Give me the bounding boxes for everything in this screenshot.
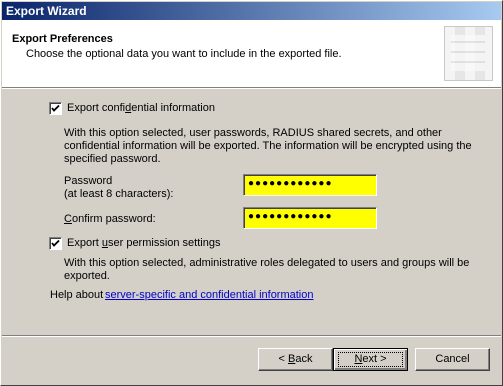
label-part: Export confi [67,102,126,114]
export-permissions-label[interactable]: Export user permission settings [67,237,220,249]
page-title: Export Preferences [12,33,113,45]
footer-divider [2,335,501,337]
password-label-line2: (at least 8 characters): [64,188,174,200]
export-confidential-label[interactable]: Export confidential information [67,102,215,114]
button-text: < [278,353,288,365]
password-label: Password (at least 8 characters): [64,175,173,201]
help-link[interactable]: server-specific and confidential informa… [105,289,314,301]
label-part: ser permission settings [107,237,221,249]
page-subtitle: Choose the optional data you want to inc… [26,48,342,60]
label-part: ential information [131,102,215,114]
focus-rect [338,352,403,367]
confidential-description: With this option selected, user password… [64,127,472,165]
wizard-header: Export Preferences Choose the optional d… [2,20,501,87]
export-wizard-window: Export Wizard Export Preferences Choose … [0,0,503,386]
label-part: onfirm password: [71,213,156,225]
password-input[interactable]: ●●●●●●●●●●●● [243,174,377,196]
confirm-password-input[interactable]: ●●●●●●●●●●●● [243,207,377,229]
button-text: ack [295,353,313,365]
window-title: Export Wizard [6,4,87,18]
header-divider [2,87,501,89]
export-permissions-checkbox[interactable] [49,237,62,250]
checkmark-icon [51,239,60,247]
export-confidential-checkbox[interactable] [49,102,62,115]
back-button[interactable]: < Back [258,348,333,371]
label-part: Export [67,237,102,249]
cancel-button[interactable]: Cancel [415,348,490,371]
wizard-header-image [444,26,493,81]
help-text: Help about [50,289,103,301]
next-button[interactable]: Next > [333,348,408,371]
label-mnemonic: C [64,213,72,225]
help-prefix: Help about [50,289,104,301]
permissions-description: With this option selected, administrativ… [64,257,470,282]
confirm-password-label: Confirm password: [64,213,156,225]
checkmark-icon [51,104,60,112]
title-bar: Export Wizard [2,2,501,20]
password-label-line1: Password [64,175,113,187]
